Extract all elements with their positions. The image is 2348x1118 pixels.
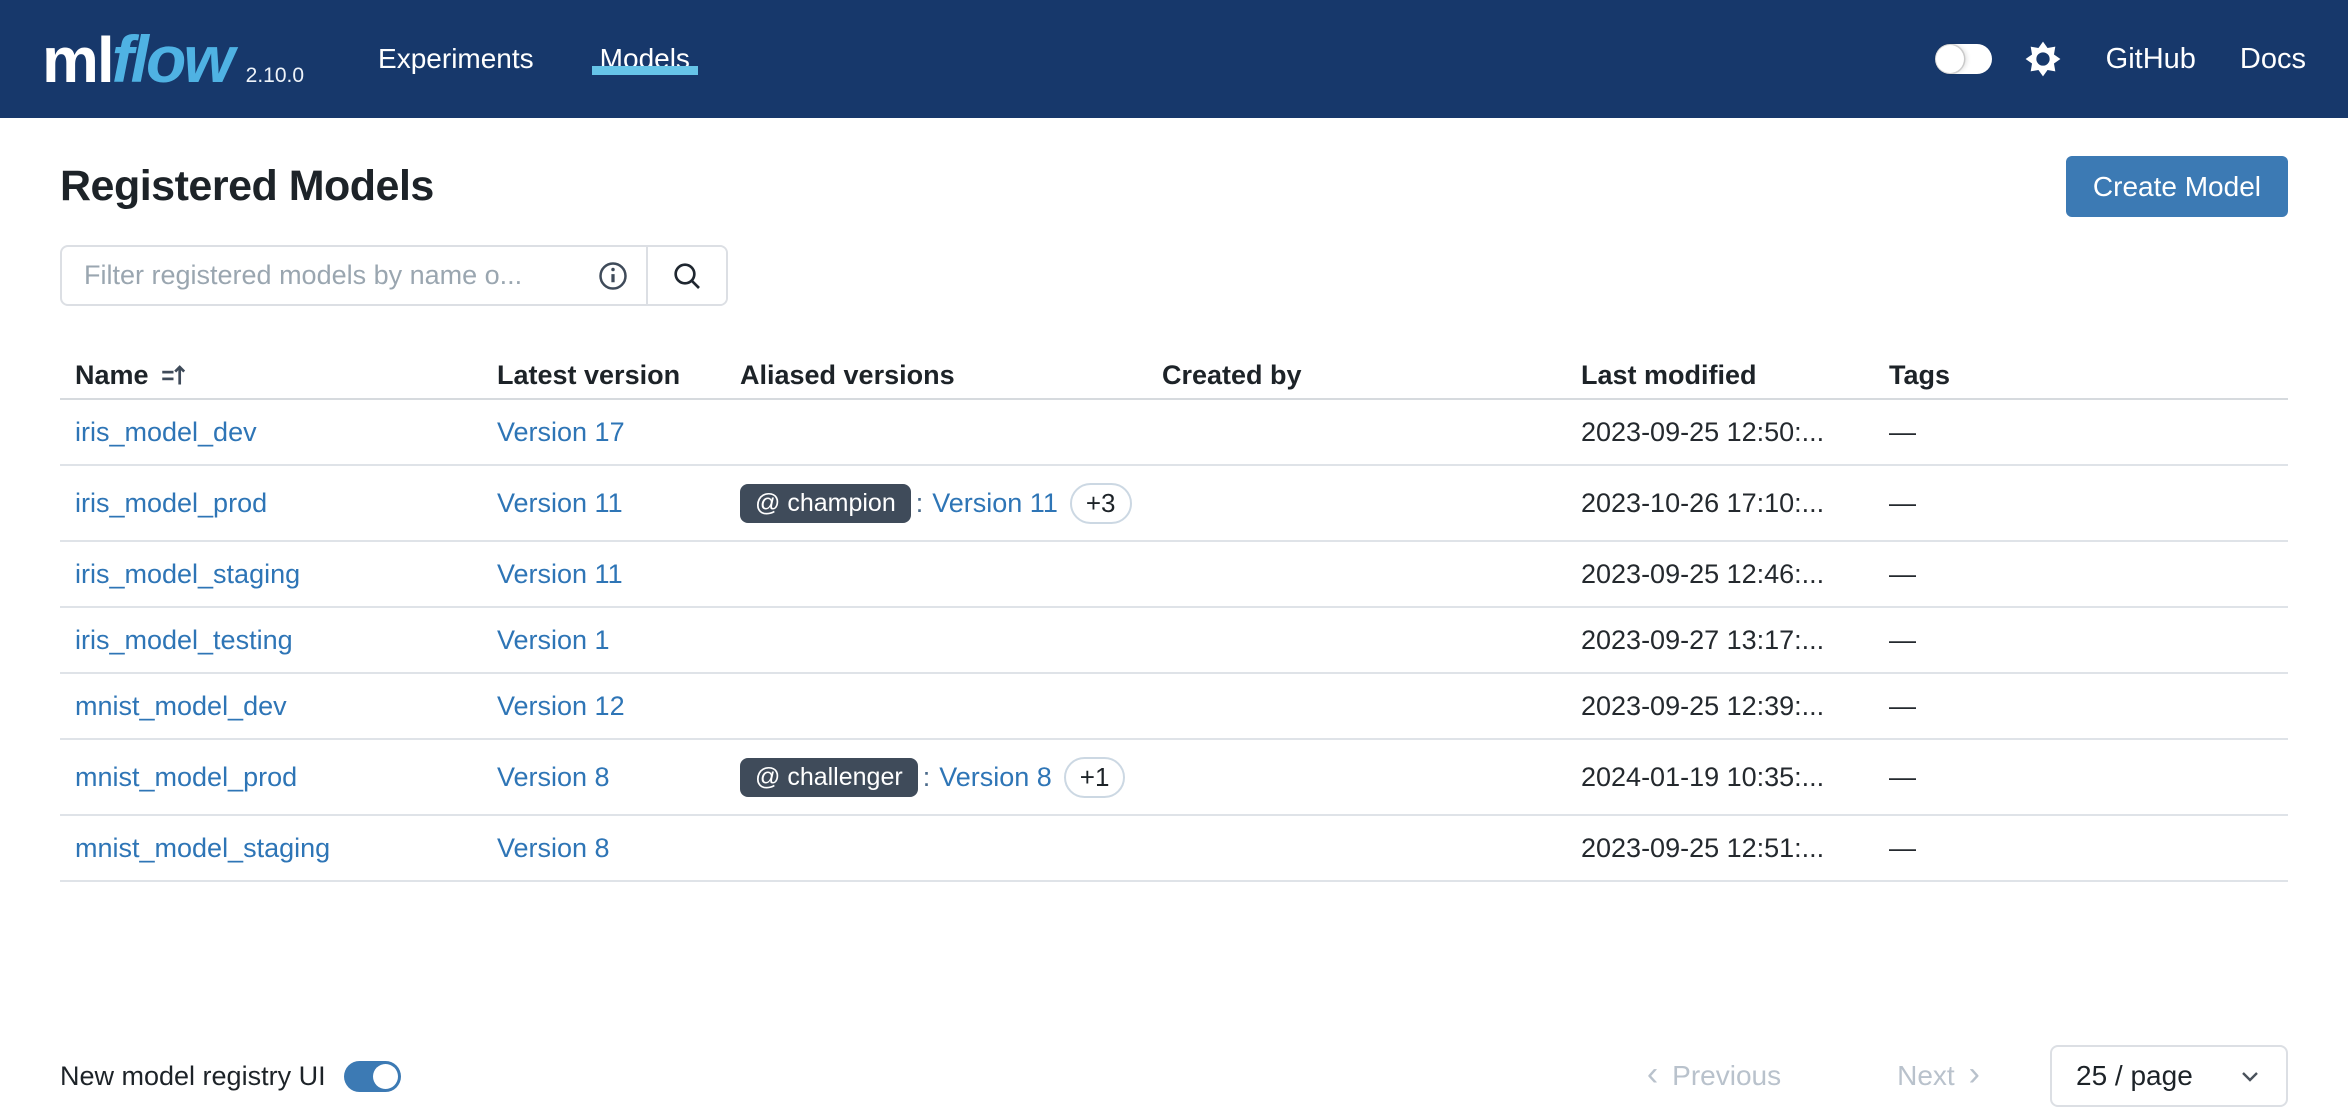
tab-models[interactable]: Models <box>598 43 692 75</box>
table-row: mnist_model_dev Version 12 2023-09-25 12… <box>60 674 2288 740</box>
registry-ui-toggle-group: New model registry UI <box>60 1061 401 1092</box>
theme-toggle-knob <box>1936 45 1964 73</box>
last-modified-cell: 2023-09-25 12:50:... <box>1566 417 1874 448</box>
alias-separator: : <box>923 762 931 793</box>
column-header-aliased-versions: Aliased versions <box>725 360 1147 391</box>
latest-version-link[interactable]: Version 11 <box>497 488 623 519</box>
model-name-link[interactable]: mnist_model_dev <box>75 691 287 722</box>
column-header-last-modified: Last modified <box>1566 360 1874 391</box>
theme-toggle[interactable] <box>1935 44 1992 74</box>
tags-cell: — <box>1874 625 2288 656</box>
model-filter-group <box>60 245 728 306</box>
navbar-left: ml flow 2.10.0 Experiments Models <box>42 0 754 118</box>
table-row: iris_model_testing Version 1 2023-09-27 … <box>60 608 2288 674</box>
alias-badge[interactable]: @ champion <box>740 484 911 523</box>
tab-models-label: Models <box>600 43 690 75</box>
tags-cell: — <box>1874 833 2288 864</box>
navbar-right: GitHub Docs <box>1935 0 2306 118</box>
last-modified-cell: 2023-10-26 17:10:... <box>1566 488 1874 519</box>
model-name-link[interactable]: iris_model_prod <box>75 488 267 519</box>
pagination: ‹ Previous Next › 25 / page <box>1647 1045 2288 1107</box>
tab-experiments[interactable]: Experiments <box>376 43 536 75</box>
table-row: iris_model_staging Version 11 2023-09-25… <box>60 542 2288 608</box>
alias-more-pill[interactable]: +3 <box>1070 483 1132 524</box>
last-modified-cell: 2023-09-25 12:39:... <box>1566 691 1874 722</box>
next-label: Next <box>1897 1060 1955 1092</box>
previous-label: Previous <box>1672 1060 1781 1092</box>
next-page-button[interactable]: Next › <box>1897 1059 1980 1093</box>
docs-link[interactable]: Docs <box>2240 43 2306 76</box>
version-label: 2.10.0 <box>246 64 304 88</box>
model-name-link[interactable]: iris_model_staging <box>75 559 300 590</box>
model-name-link[interactable]: mnist_model_prod <box>75 762 297 793</box>
table-row: mnist_model_prod Version 8 @ challenger … <box>60 740 2288 816</box>
table-row: iris_model_dev Version 17 2023-09-25 12:… <box>60 400 2288 466</box>
column-header-created-by: Created by <box>1147 360 1566 391</box>
page-title: Registered Models <box>60 162 434 211</box>
latest-version-link[interactable]: Version 8 <box>497 762 610 793</box>
create-model-button[interactable]: Create Model <box>2066 156 2288 217</box>
tags-cell: — <box>1874 691 2288 722</box>
page-size-value: 25 / page <box>2076 1060 2193 1092</box>
toggle-knob <box>373 1064 398 1089</box>
chevron-left-icon: ‹ <box>1647 1057 1658 1091</box>
column-header-name[interactable]: Name <box>60 360 482 391</box>
logo-flow-text: flow <box>112 21 232 97</box>
footer-bar: New model registry UI ‹ Previous Next › … <box>60 1045 2288 1107</box>
model-name-link[interactable]: iris_model_dev <box>75 417 257 448</box>
registered-models-table: Name Latest version Aliased versions Cre… <box>60 352 2288 882</box>
new-registry-ui-toggle[interactable] <box>344 1061 401 1092</box>
search-icon <box>671 260 703 292</box>
column-header-tags: Tags <box>1874 360 2288 391</box>
column-name-label: Name <box>75 360 149 391</box>
alias-version-link[interactable]: Version 11 <box>932 488 1058 519</box>
search-input[interactable] <box>62 260 598 291</box>
alias-more-pill[interactable]: +1 <box>1064 757 1126 798</box>
last-modified-cell: 2023-09-27 13:17:... <box>1566 625 1874 656</box>
alias-badge[interactable]: @ challenger <box>740 758 918 797</box>
aliased-versions-cell: @ challenger : Version 8 +1 <box>725 757 1147 798</box>
previous-page-button[interactable]: ‹ Previous <box>1647 1059 1781 1093</box>
page-size-select[interactable]: 25 / page <box>2050 1045 2288 1107</box>
model-name-link[interactable]: mnist_model_staging <box>75 833 330 864</box>
latest-version-link[interactable]: Version 8 <box>497 833 610 864</box>
mlflow-logo[interactable]: ml flow 2.10.0 <box>42 21 304 97</box>
column-header-latest-version: Latest version <box>482 360 725 391</box>
table-header-row: Name Latest version Aliased versions Cre… <box>60 352 2288 400</box>
chevron-right-icon: › <box>1969 1057 1980 1091</box>
gear-icon[interactable] <box>2024 40 2062 78</box>
latest-version-link[interactable]: Version 12 <box>497 691 625 722</box>
chevron-down-icon <box>2238 1064 2262 1088</box>
main-content: Registered Models Create Model Name <box>0 156 2348 882</box>
page-header: Registered Models Create Model <box>60 156 2288 217</box>
alias-version-link[interactable]: Version 8 <box>939 762 1052 793</box>
model-name-link[interactable]: iris_model_testing <box>75 625 293 656</box>
logo-ml-text: ml <box>42 23 113 97</box>
last-modified-cell: 2023-09-25 12:51:... <box>1566 833 1874 864</box>
latest-version-link[interactable]: Version 17 <box>497 417 625 448</box>
table-row: mnist_model_staging Version 8 2023-09-25… <box>60 816 2288 882</box>
latest-version-link[interactable]: Version 11 <box>497 559 623 590</box>
search-button[interactable] <box>648 247 726 304</box>
registry-ui-toggle-label: New model registry UI <box>60 1061 326 1092</box>
alias-separator: : <box>916 488 924 519</box>
top-navbar: ml flow 2.10.0 Experiments Models GitHub… <box>0 0 2348 118</box>
last-modified-cell: 2024-01-19 10:35:... <box>1566 762 1874 793</box>
tags-cell: — <box>1874 559 2288 590</box>
github-link[interactable]: GitHub <box>2106 43 2196 76</box>
sort-ascending-icon <box>160 362 187 389</box>
tags-cell: — <box>1874 762 2288 793</box>
tab-experiments-label: Experiments <box>378 43 534 75</box>
table-row: iris_model_prod Version 11 @ champion : … <box>60 466 2288 542</box>
tags-cell: — <box>1874 417 2288 448</box>
latest-version-link[interactable]: Version 1 <box>497 625 610 656</box>
last-modified-cell: 2023-09-25 12:46:... <box>1566 559 1874 590</box>
info-icon[interactable] <box>598 261 628 291</box>
aliased-versions-cell: @ champion : Version 11 +3 <box>725 483 1147 524</box>
tags-cell: — <box>1874 488 2288 519</box>
nav-tabs: Experiments Models <box>376 43 754 75</box>
